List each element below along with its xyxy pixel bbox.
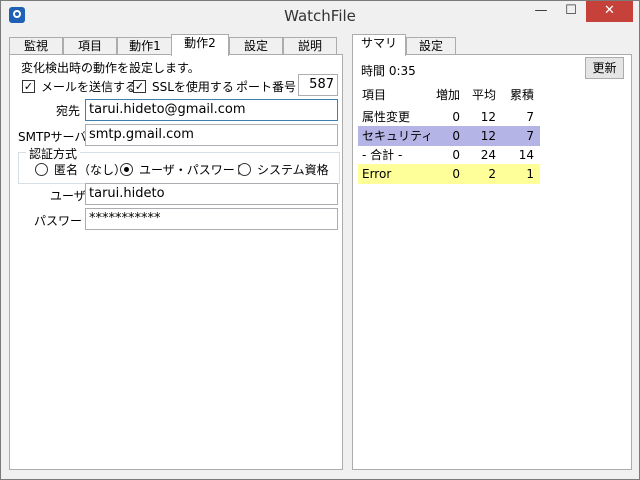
left-tab-strip: 監視 項目 動作1 動作2 設定 説明 — [9, 34, 349, 56]
auth-user-password-label[interactable]: ユーザ・パスワード — [139, 161, 247, 178]
action2-panel: 変化検出時の動作を設定します。 ✓ メールを送信する ✓ SSLを使用する ポー… — [9, 54, 343, 470]
smtp-label: SMTPサーバ — [18, 130, 87, 144]
row-average: 2 — [488, 167, 496, 181]
row-cumulative: 7 — [526, 129, 534, 143]
row-cumulative: 14 — [518, 148, 534, 162]
row-average: 12 — [480, 129, 496, 143]
elapsed-time-label: 時間 0:35 — [361, 64, 416, 78]
minimize-button[interactable]: — — [527, 1, 555, 22]
column-header-increase[interactable]: 増加 — [430, 85, 460, 105]
table-row[interactable]: セキュリティ... 0 12 7 — [358, 126, 540, 146]
row-item: セキュリティ... — [362, 129, 430, 143]
right-tab-strip: サマリ 設定 — [352, 34, 472, 56]
app-window: WatchFile — ☐ ✕ 監視 項目 動作1 動作2 設定 説明 変化検出… — [0, 0, 640, 480]
row-increase: 0 — [452, 110, 460, 124]
maximize-button[interactable]: ☐ — [557, 1, 585, 22]
row-item: Error — [362, 167, 392, 181]
table-row[interactable]: Error 0 2 1 — [358, 164, 540, 184]
title-bar[interactable]: WatchFile — ☐ ✕ — [1, 1, 639, 31]
smtp-input[interactable]: smtp.gmail.com — [85, 124, 338, 146]
auth-system-label[interactable]: システム資格 — [257, 161, 329, 178]
column-header-average[interactable]: 平均 — [466, 85, 496, 105]
row-increase: 0 — [452, 167, 460, 181]
password-input[interactable]: *********** — [85, 208, 338, 230]
tab-help[interactable]: 説明 — [283, 37, 337, 55]
tab-right-settings[interactable]: 設定 — [406, 37, 456, 55]
send-mail-label[interactable]: メールを送信する — [41, 78, 137, 95]
use-ssl-label[interactable]: SSLを使用する — [152, 78, 234, 95]
column-header-cumulative[interactable]: 累積 — [504, 85, 534, 105]
row-average: 24 — [480, 148, 496, 162]
auth-user-password-radio[interactable] — [120, 163, 133, 176]
tab-action1[interactable]: 動作1 — [117, 37, 173, 55]
row-increase: 0 — [452, 148, 460, 162]
port-input[interactable]: 587 — [298, 74, 338, 96]
user-label: ユーザ — [50, 189, 86, 203]
row-cumulative: 7 — [526, 110, 534, 124]
tab-summary[interactable]: サマリ — [352, 34, 406, 56]
tab-settings[interactable]: 設定 — [229, 37, 283, 55]
use-ssl-checkbox[interactable]: ✓ — [133, 80, 146, 93]
table-row[interactable]: - 合計 - 0 24 14 — [358, 145, 540, 165]
tab-action2[interactable]: 動作2 — [171, 34, 229, 56]
row-item: 属性変更 — [362, 110, 411, 124]
row-cumulative: 1 — [526, 167, 534, 181]
refresh-button[interactable]: 更新 — [585, 57, 624, 79]
close-button[interactable]: ✕ — [586, 1, 633, 22]
send-mail-checkbox[interactable]: ✓ — [22, 80, 35, 93]
tab-items[interactable]: 項目 — [63, 37, 117, 55]
auth-system-radio[interactable] — [238, 163, 251, 176]
port-label: ポート番号 — [236, 80, 297, 94]
row-item: - 合計 - — [362, 148, 403, 162]
row-increase: 0 — [452, 129, 460, 143]
summary-panel: 時間 0:35 更新 項目 増加 平均 累積 属性変更 0 12 7 セキュリテ… — [352, 54, 632, 470]
summary-grid: 項目 増加 平均 累積 属性変更 0 12 7 セキュリティ... 0 12 7… — [358, 85, 624, 189]
auth-label: 認証方式 — [26, 145, 81, 162]
auth-anonymous-label[interactable]: 匿名（なし） — [54, 161, 126, 178]
tab-monitor[interactable]: 監視 — [9, 37, 63, 55]
to-label: 宛先 — [56, 104, 81, 118]
user-input[interactable]: tarui.hideto — [85, 183, 338, 205]
column-header-item[interactable]: 項目 — [362, 85, 386, 105]
auth-anonymous-radio[interactable] — [35, 163, 48, 176]
row-average: 12 — [480, 110, 496, 124]
description-label: 変化検出時の動作を設定します。 — [21, 61, 200, 75]
to-input[interactable]: tarui.hideto@gmail.com — [85, 99, 338, 121]
table-row[interactable]: 属性変更 0 12 7 — [358, 107, 540, 127]
